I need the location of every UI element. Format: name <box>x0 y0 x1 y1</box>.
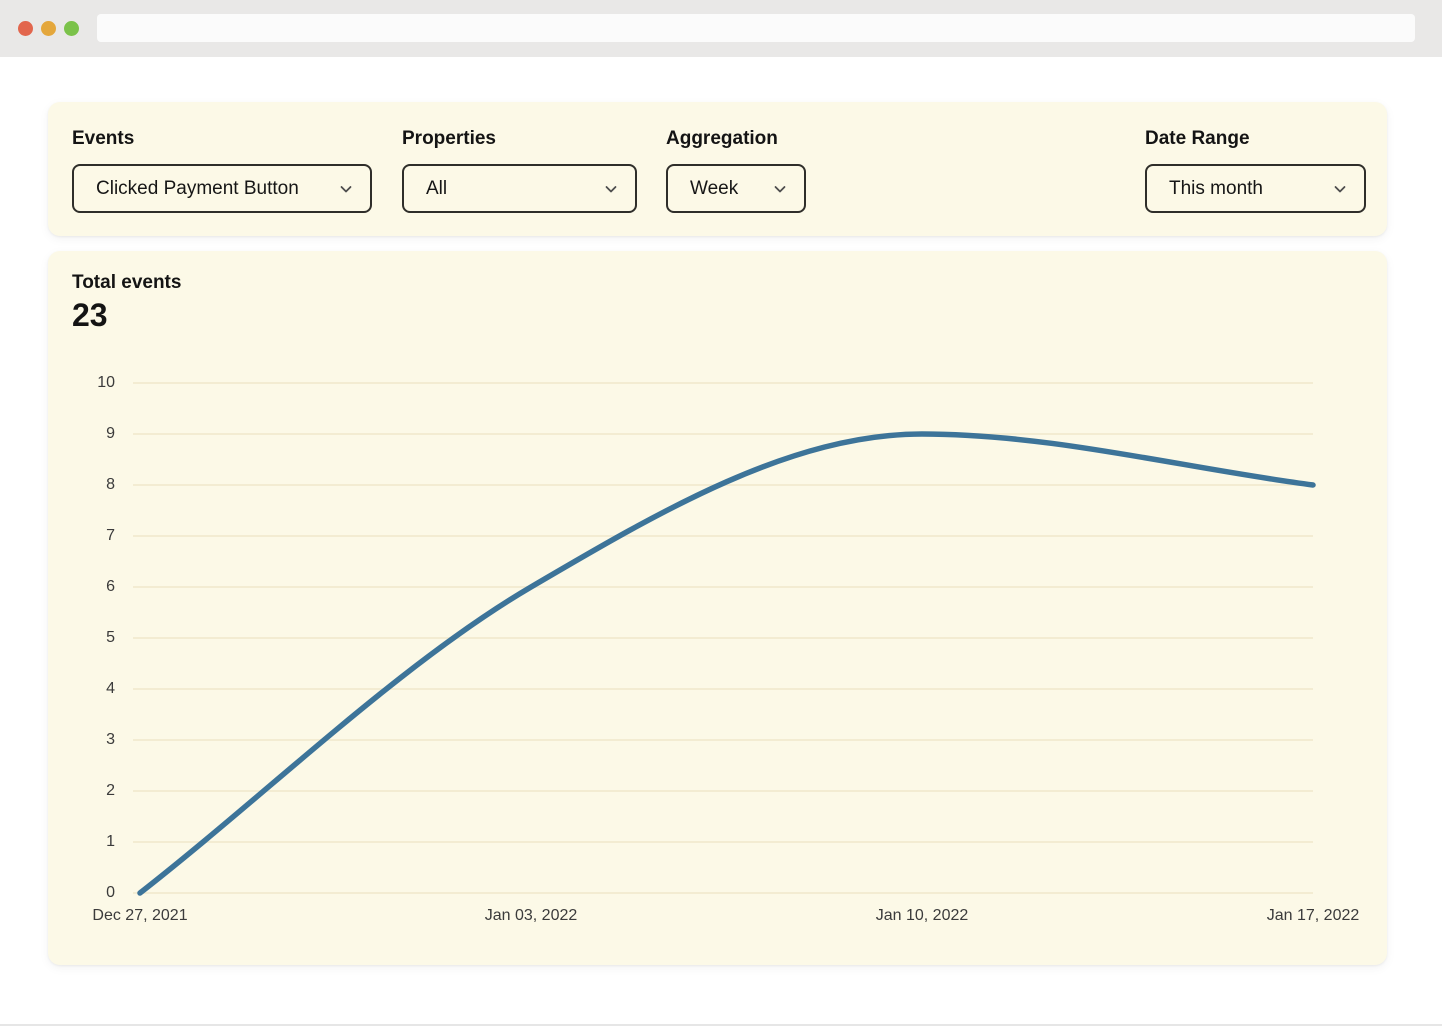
events-label: Events <box>72 128 372 150</box>
events-line-chart <box>48 251 1387 965</box>
chevron-down-icon <box>338 181 354 197</box>
filter-group-aggregation: Aggregation Week <box>666 128 806 213</box>
date-range-select-value: This month <box>1169 178 1263 200</box>
date-range-select[interactable]: This month <box>1145 164 1366 213</box>
y-tick-label: 6 <box>48 576 115 598</box>
x-tick-label: Jan 03, 2022 <box>451 906 611 926</box>
aggregation-select[interactable]: Week <box>666 164 806 213</box>
chart-card: Total events 23 012345678910 Dec 27, 202… <box>48 251 1387 965</box>
maximize-button[interactable] <box>64 21 79 36</box>
filter-group-events: Events Clicked Payment Button <box>72 128 372 213</box>
chevron-down-icon <box>603 181 619 197</box>
url-bar[interactable] <box>97 14 1415 42</box>
filter-group-properties: Properties All <box>402 128 637 213</box>
browser-titlebar <box>0 0 1442 57</box>
properties-select[interactable]: All <box>402 164 637 213</box>
y-tick-label: 1 <box>48 831 115 853</box>
chevron-down-icon <box>772 181 788 197</box>
events-select-value: Clicked Payment Button <box>96 178 299 200</box>
x-tick-label: Dec 27, 2021 <box>60 906 220 926</box>
x-tick-label: Jan 17, 2022 <box>1233 906 1393 926</box>
y-tick-label: 5 <box>48 627 115 649</box>
y-tick-label: 10 <box>48 372 115 394</box>
aggregation-select-value: Week <box>690 178 738 200</box>
series-line <box>140 434 1313 893</box>
y-tick-label: 4 <box>48 678 115 700</box>
y-tick-label: 3 <box>48 729 115 751</box>
y-tick-label: 8 <box>48 474 115 496</box>
filter-bar: Events Clicked Payment Button Properties… <box>48 102 1387 236</box>
properties-label: Properties <box>402 128 637 150</box>
page-content: Events Clicked Payment Button Properties… <box>0 57 1442 1026</box>
minimize-button[interactable] <box>41 21 56 36</box>
date-range-label: Date Range <box>1145 128 1366 150</box>
y-tick-label: 0 <box>48 882 115 904</box>
aggregation-label: Aggregation <box>666 128 806 150</box>
y-tick-label: 2 <box>48 780 115 802</box>
y-tick-label: 9 <box>48 423 115 445</box>
events-select[interactable]: Clicked Payment Button <box>72 164 372 213</box>
close-button[interactable] <box>18 21 33 36</box>
y-tick-label: 7 <box>48 525 115 547</box>
chevron-down-icon <box>1332 181 1348 197</box>
x-tick-label: Jan 10, 2022 <box>842 906 1002 926</box>
filter-group-date-range: Date Range This month <box>1145 128 1366 213</box>
properties-select-value: All <box>426 178 447 200</box>
